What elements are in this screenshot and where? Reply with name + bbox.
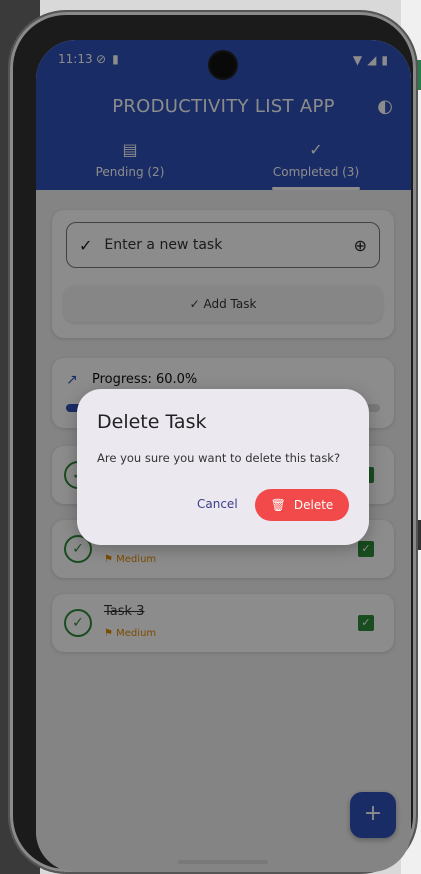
dialog-title: Delete Task — [97, 411, 207, 433]
app-screen: 11:13 ⊘ ▮ ▼ ◢ ▮ PRODUCTIVITY LIST APP ◐ … — [36, 40, 411, 872]
trash-icon: 🗑 — [270, 498, 286, 512]
delete-label: Delete — [293, 498, 334, 512]
phone-frame: 11:13 ⊘ ▮ ▼ ◢ ▮ PRODUCTIVITY LIST APP ◐ … — [10, 12, 416, 872]
dialog-message: Are you sure you want to delete this tas… — [97, 451, 341, 465]
delete-button[interactable]: 🗑 Delete — [255, 489, 349, 521]
cancel-button[interactable]: Cancel — [195, 493, 240, 515]
delete-dialog: Delete Task Are you sure you want to del… — [77, 389, 369, 545]
